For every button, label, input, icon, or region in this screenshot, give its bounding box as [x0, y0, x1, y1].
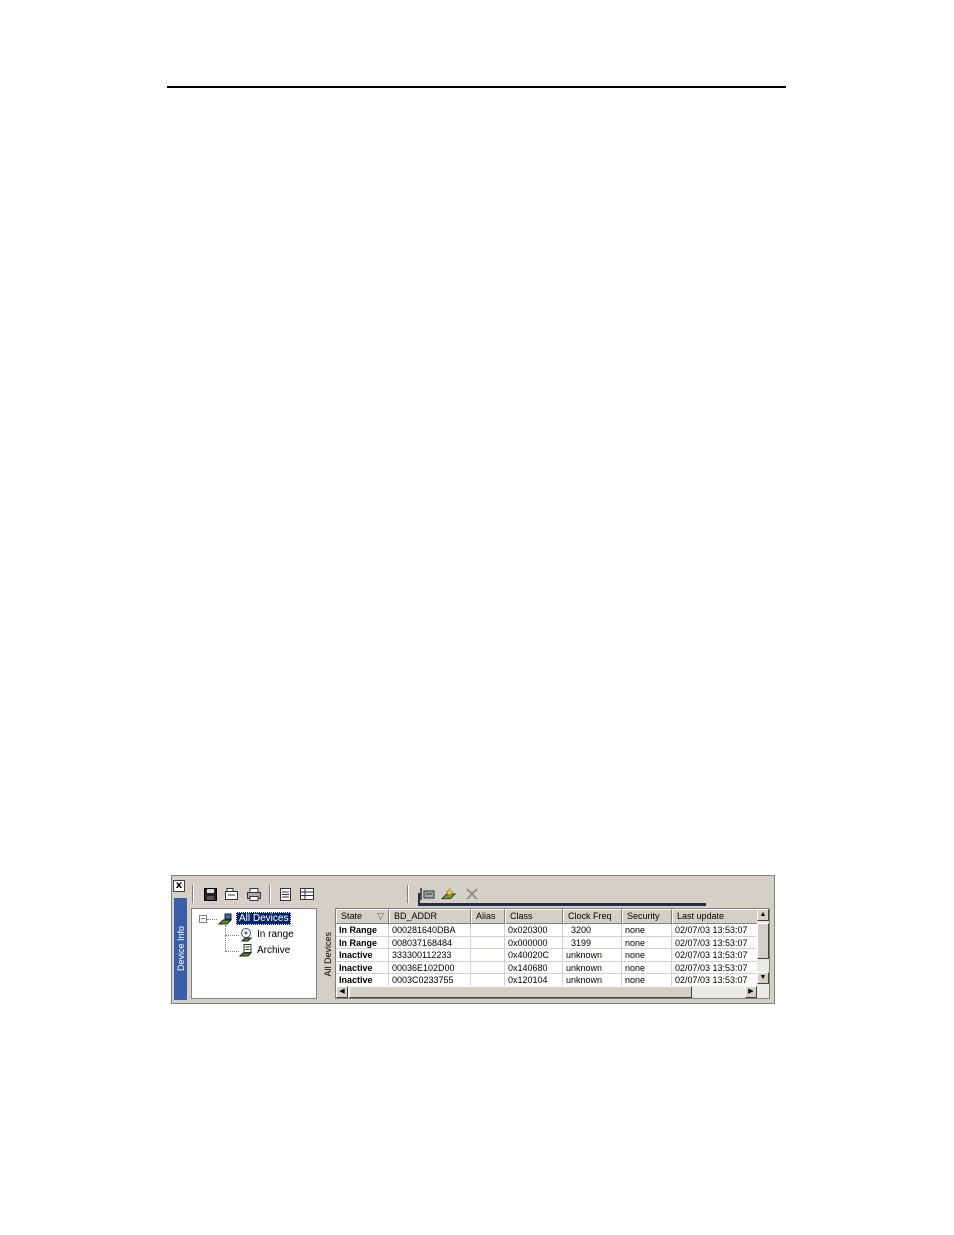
column-header-clock-freq[interactable]: Clock Freq: [563, 909, 622, 924]
cell-state: In Range: [336, 924, 389, 937]
all-devices-caption: All Devices: [322, 908, 334, 1000]
table-row[interactable]: Inactive 00036E102D00 0x140680 unknown n…: [336, 961, 758, 975]
cell-state: Inactive: [336, 961, 389, 975]
device-info-panel: x Device Info − All Devices In range Arc…: [171, 875, 775, 1004]
table-view-icon[interactable]: [299, 886, 315, 902]
horizontal-scrollbar[interactable]: ◀ ▶: [336, 986, 769, 998]
add-device-icon[interactable]: [441, 886, 457, 902]
devices-table: State ▽ BD_ADDR Alias Class Clock Freq S…: [335, 908, 770, 999]
tree-item-label: In range: [257, 928, 294, 940]
cell-alias: [471, 924, 505, 937]
cell-class: 0x140680: [505, 961, 563, 975]
scroll-right-icon[interactable]: ▶: [745, 986, 757, 998]
table-row[interactable]: In Range 000281640DBA 0x020300 3200 none…: [336, 924, 758, 937]
tree-line: [225, 925, 226, 951]
cell-bd-addr: 00036E102D00: [389, 961, 471, 975]
tree-item-in-range[interactable]: In range: [239, 928, 294, 942]
tree-item-archive[interactable]: Archive: [238, 944, 291, 957]
cell-class: 0x020300: [505, 924, 563, 937]
column-header-class[interactable]: Class: [505, 909, 563, 924]
print-icon[interactable]: [246, 886, 262, 902]
table-header: State ▽ BD_ADDR Alias Class Clock Freq S…: [336, 909, 758, 924]
scroll-left-icon[interactable]: ◀: [336, 986, 348, 998]
cell-state: In Range: [336, 936, 389, 950]
cell-clock-freq: unknown: [563, 961, 622, 975]
cell-bd-addr: 333300112233: [389, 949, 471, 962]
table-body: In Range 000281640DBA 0x020300 3200 none…: [336, 924, 758, 987]
tree-item-label: Archive: [257, 944, 291, 956]
page-header-rule: [167, 86, 786, 88]
toolbar-separator: [407, 885, 409, 903]
cell-last-update: 02/07/03 13:53:07: [672, 924, 758, 937]
cell-clock-freq: unknown: [563, 949, 622, 962]
archive-icon: [238, 944, 253, 957]
cell-bd-addr: 000281640DBA: [389, 924, 471, 937]
devices-icon: [217, 913, 233, 925]
cell-state: Inactive: [336, 949, 389, 962]
column-header-security[interactable]: Security: [622, 909, 672, 924]
document-icon[interactable]: [277, 886, 293, 902]
cell-last-update: 02/07/03 13:53:07: [672, 949, 758, 962]
cell-clock-freq: 3199: [563, 936, 622, 950]
tree-line: [225, 935, 239, 936]
tree-line: [225, 951, 239, 952]
cell-alias: [471, 936, 505, 950]
cell-class: 0x000000: [505, 936, 563, 950]
vertical-scrollbar[interactable]: ▲ ▼: [757, 909, 769, 986]
cell-security: none: [622, 924, 672, 937]
tab-indicator: [418, 903, 706, 906]
toolbar-separator: [192, 885, 194, 903]
tree-item-all-devices[interactable]: All Devices: [217, 912, 292, 925]
tree-item-label: All Devices: [236, 912, 292, 925]
column-header-bd-addr[interactable]: BD_ADDR: [389, 909, 471, 924]
vertical-scroll-thumb[interactable]: [757, 923, 769, 959]
cell-alias: [471, 949, 505, 962]
cell-security: none: [622, 949, 672, 962]
column-header-state[interactable]: State ▽: [336, 909, 389, 924]
device-info-caption-text: Device Info: [175, 926, 186, 972]
cell-alias: [471, 961, 505, 975]
collapse-toggle[interactable]: −: [199, 915, 207, 923]
connect-icon[interactable]: [419, 886, 435, 902]
table-row[interactable]: In Range 008037168484 0x000000 3199 none…: [336, 936, 758, 950]
tree-line: [207, 919, 217, 920]
column-header-last-update[interactable]: Last update: [672, 909, 758, 924]
toolbar-separator: [269, 885, 271, 903]
cell-last-update: 02/07/03 13:53:07: [672, 961, 758, 975]
close-panel-button[interactable]: x: [173, 880, 185, 892]
column-header-alias[interactable]: Alias: [471, 909, 505, 924]
scroll-down-icon[interactable]: ▼: [757, 972, 769, 984]
cell-security: none: [622, 961, 672, 975]
scroll-up-icon[interactable]: ▲: [757, 909, 769, 921]
in-range-icon: [239, 928, 253, 942]
device-info-caption: Device Info: [174, 898, 187, 1000]
cell-bd-addr: 008037168484: [389, 936, 471, 950]
open-icon[interactable]: [224, 886, 240, 902]
device-tree: − All Devices In range Archive: [191, 908, 317, 999]
table-row[interactable]: Inactive 333300112233 0x40020C unknown n…: [336, 949, 758, 962]
sort-indicator-icon: ▽: [377, 911, 384, 921]
save-icon[interactable]: [202, 886, 218, 902]
cell-last-update: 02/07/03 13:53:07: [672, 936, 758, 950]
horizontal-scroll-thumb[interactable]: [349, 986, 692, 998]
all-devices-caption-text: All Devices: [323, 931, 333, 977]
delete-icon[interactable]: [464, 886, 480, 902]
cell-class: 0x40020C: [505, 949, 563, 962]
cell-clock-freq: 3200: [563, 924, 622, 937]
cell-security: none: [622, 936, 672, 950]
